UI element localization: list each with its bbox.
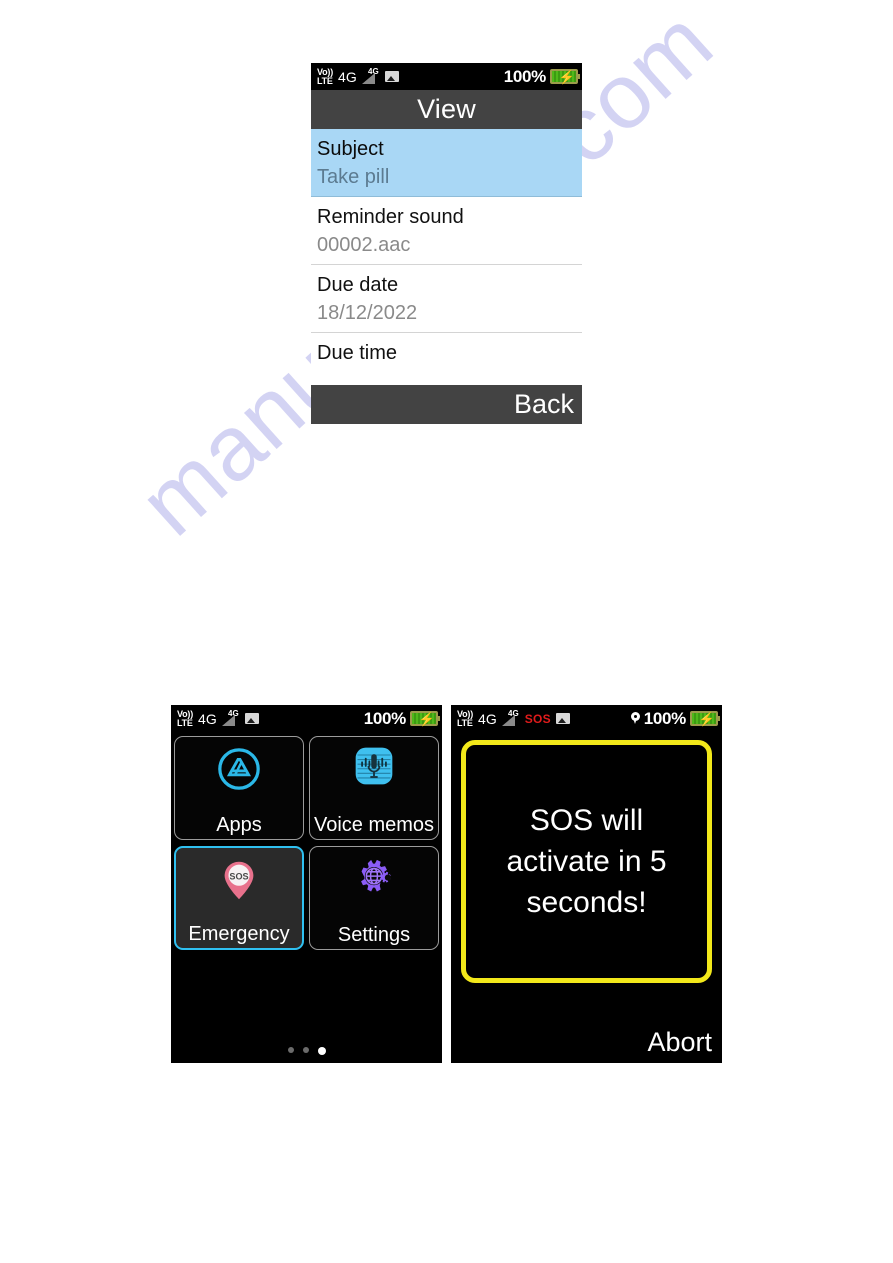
network-label: 4G: [478, 710, 497, 727]
signal-strength-icon: 4G: [501, 709, 520, 727]
list-item-due-date[interactable]: Due date 18/12/2022: [311, 265, 582, 333]
list-item-value: 00002.aac: [317, 234, 411, 256]
phone-screenshot-sos: Vo)) LTE 4G 4G SOS 100% ⚡ SOS will activ…: [451, 705, 722, 1063]
list-item-label: Reminder sound: [317, 206, 464, 228]
status-bar-left: Vo)) LTE 4G 4G: [177, 708, 259, 728]
tile-emergency[interactable]: SOS Emergency: [174, 846, 304, 950]
tile-settings[interactable]: Settings: [309, 846, 439, 950]
list-item-label: Due time: [317, 342, 398, 364]
sos-countdown-message: SOS will activate in 5 seconds!: [506, 804, 667, 919]
battery-percent-label: 100%: [503, 67, 547, 86]
page-title: View: [311, 90, 582, 129]
list-item-value: 18/12/2022: [317, 302, 418, 324]
detail-list: Subject Take pill Reminder sound 00002.a…: [311, 129, 582, 401]
location-pin-icon: [630, 712, 640, 725]
status-bar-right: 100% ⚡: [363, 709, 440, 728]
app-store-icon: [213, 743, 265, 795]
status-bar: Vo)) LTE 4G 4G 100% ⚡: [311, 63, 582, 90]
phone-screenshot-view: Vo)) LTE 4G 4G 100% ⚡ View Subject Take …: [311, 63, 582, 424]
network-label: 4G: [338, 68, 357, 85]
sos-pin-icon: SOS: [213, 854, 265, 906]
list-item-reminder-sound[interactable]: Reminder sound 00002.aac: [311, 197, 582, 265]
abort-button[interactable]: Abort: [647, 1027, 712, 1058]
signal-strength-icon: 4G: [361, 67, 380, 85]
back-button[interactable]: Back: [514, 389, 574, 420]
sos-status-indicator: SOS: [524, 711, 551, 726]
page-dot-active[interactable]: [317, 1047, 326, 1055]
softkey-bar: Abort: [451, 1021, 722, 1063]
tile-label: Settings: [337, 924, 411, 946]
network-label: 4G: [198, 710, 217, 727]
status-bar-left: Vo)) LTE 4G 4G: [317, 66, 399, 86]
tile-label: Voice memos: [313, 814, 435, 836]
picture-icon: [555, 713, 570, 724]
home-tile-grid: Apps Voice memos SOS Emergency Settings: [171, 732, 442, 950]
battery-percent-label: 100%: [643, 709, 687, 728]
tile-label: Apps: [216, 814, 262, 836]
tile-label: Emergency: [188, 923, 290, 945]
sos-countdown-panel: SOS will activate in 5 seconds!: [461, 740, 712, 983]
list-item-value: Take pill: [317, 166, 390, 188]
status-bar-left: Vo)) LTE 4G 4G SOS: [457, 708, 570, 728]
softkey-bar: Back: [311, 385, 582, 424]
tile-apps[interactable]: Apps: [174, 736, 304, 840]
status-bar: Vo)) LTE 4G 4G SOS 100% ⚡: [451, 705, 722, 732]
svg-text:SOS: SOS: [229, 872, 248, 882]
page-indicator: [171, 1047, 442, 1055]
tile-voice-memos[interactable]: Voice memos: [309, 736, 439, 840]
battery-charging-icon: ⚡: [550, 69, 580, 84]
signal-strength-icon: 4G: [221, 709, 240, 727]
list-item-subject[interactable]: Subject Take pill: [311, 129, 582, 197]
page-dot[interactable]: [302, 1047, 309, 1053]
phone-screenshot-home: Vo)) LTE 4G 4G 100% ⚡ Apps Voice memos S…: [171, 705, 442, 1063]
battery-percent-label: 100%: [363, 709, 407, 728]
battery-charging-icon: ⚡: [690, 711, 720, 726]
picture-icon: [384, 71, 399, 82]
volte-icon: Vo)) LTE: [457, 708, 474, 728]
battery-charging-icon: ⚡: [410, 711, 440, 726]
settings-gear-globe-icon: [348, 853, 400, 905]
list-item-label: Due date: [317, 274, 399, 296]
volte-icon: Vo)) LTE: [317, 66, 334, 86]
status-bar: Vo)) LTE 4G 4G 100% ⚡: [171, 705, 442, 732]
picture-icon: [244, 713, 259, 724]
page-dot[interactable]: [287, 1047, 294, 1053]
list-item-label: Subject: [317, 138, 384, 160]
status-bar-right: 100% ⚡: [630, 709, 720, 728]
voice-memo-icon: [351, 743, 397, 789]
status-bar-right: 100% ⚡: [503, 67, 580, 86]
volte-icon: Vo)) LTE: [177, 708, 194, 728]
